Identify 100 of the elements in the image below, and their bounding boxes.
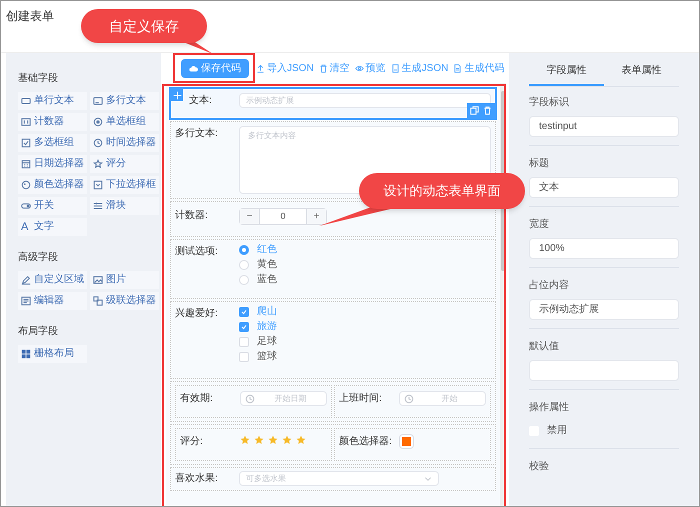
option-label: 蓝色 [257, 275, 277, 285]
option-label: 篮球 [257, 352, 277, 362]
property-label: 操作属性 [529, 400, 569, 415]
palette-item[interactable]: 单选框组 [90, 113, 159, 131]
field-label: 测试选项: [175, 244, 219, 259]
property-label: 标题 [529, 156, 549, 171]
section-heading: 基础字段 [18, 72, 58, 86]
field-label: 喜欢水果: [175, 472, 219, 486]
textbox-icon [21, 96, 31, 106]
palette-item[interactable]: 多行文本 [90, 92, 159, 110]
palette-item[interactable]: 多选框组 [18, 134, 87, 152]
copy-icon[interactable] [470, 106, 479, 115]
dropdown-icon [93, 180, 103, 190]
palette-icon [21, 180, 31, 190]
move-icon [172, 90, 182, 100]
palette-item[interactable]: 时间选择器 [90, 134, 159, 152]
property-field[interactable]: 100% [529, 238, 679, 259]
toggle-icon [21, 201, 31, 211]
field-label: 评分: [180, 435, 204, 449]
panel-tab[interactable]: 表单属性 [604, 60, 679, 86]
option-label: 红色 [257, 245, 277, 255]
section-heading: 高级字段 [18, 250, 58, 265]
form-item[interactable]: 喜欢水果: 可多选水果 [170, 467, 496, 491]
option-label: 足球 [257, 337, 277, 347]
textbox-icon [93, 96, 103, 106]
field-label: 多行文本: [175, 126, 219, 141]
pen-icon [21, 275, 31, 285]
window-title: 创建表单 [5, 8, 54, 25]
drag-handle[interactable] [171, 89, 183, 101]
trash-icon[interactable] [483, 106, 492, 115]
toolbar-link[interactable]: 生成JSON [390, 60, 448, 76]
property-field[interactable]: testinput [529, 116, 679, 137]
radio-icon [93, 117, 103, 127]
star-icon[interactable] [282, 435, 292, 445]
toolbar-link[interactable]: 预览 [354, 60, 386, 76]
letter-icon: A [21, 222, 31, 232]
field-label: 计数器: [175, 208, 209, 223]
form-item[interactable]: 评分: 颜色选择器: [170, 424, 496, 465]
property-label: 默认值 [529, 340, 559, 354]
clock-icon [404, 394, 414, 404]
property-field[interactable] [529, 360, 679, 381]
toolbar-link[interactable]: 生成代码 [453, 60, 504, 76]
save-button[interactable]: 保存代码 [181, 58, 249, 78]
palette-item[interactable]: 开关 [18, 197, 87, 215]
clock-icon [93, 138, 103, 148]
cloud-icon [189, 64, 198, 72]
star-icon[interactable] [254, 435, 264, 445]
field-label: 上班时间: [339, 392, 383, 406]
star-icon[interactable] [268, 435, 278, 445]
document-icon [453, 64, 462, 72]
form-item[interactable]: 兴趣爱好: 爬山 旅游 足球 篮球 [170, 301, 496, 379]
image-icon [93, 275, 103, 285]
palette-item[interactable]: 图片 [90, 271, 159, 289]
field-label: 颜色选择器: [339, 434, 393, 449]
palette-item[interactable]: A 文字 [18, 218, 87, 236]
eye-icon [354, 64, 364, 72]
document-icon [390, 64, 400, 72]
section-heading: 布局字段 [18, 324, 58, 339]
field-label: 兴趣爱好: [175, 306, 219, 321]
grid-icon [21, 349, 31, 359]
clock-icon [245, 394, 255, 404]
color-picker[interactable] [399, 434, 414, 449]
chevron-down-icon [424, 474, 432, 482]
cascade-icon [93, 296, 103, 306]
palette-item[interactable]: 下拉选择框 [90, 176, 159, 194]
palette-item[interactable]: 级联选择器 [90, 292, 159, 310]
panel-tab[interactable]: 字段属性 [529, 60, 604, 86]
palette-item[interactable]: 编辑器 [18, 292, 87, 310]
property-field[interactable]: 示例动态扩展 [529, 299, 679, 320]
trash-icon [318, 64, 328, 72]
option-label: 爬山 [257, 307, 277, 317]
form-item[interactable]: 测试选项: 红色 黄色 蓝色 [170, 239, 496, 299]
checkbox[interactable] [239, 322, 249, 332]
palette-item[interactable]: 单行文本 [18, 92, 87, 110]
palette-item[interactable]: 计数器 [18, 113, 87, 131]
property-label: 字段标识 [529, 96, 569, 110]
palette-item[interactable]: 自定义区域 [18, 271, 87, 289]
checkbox-icon [21, 138, 31, 148]
editor-icon [21, 296, 31, 306]
toolbar-link[interactable]: 导入JSON [256, 60, 314, 76]
property-label: 占位内容 [529, 278, 569, 293]
checkbox[interactable] [239, 307, 249, 317]
palette-item[interactable]: 颜色选择器 [18, 176, 87, 194]
palette-item[interactable]: 评分 [90, 155, 159, 173]
radio-button[interactable] [239, 245, 249, 255]
palette-item[interactable]: 滑块 [90, 197, 159, 215]
palette-item[interactable]: 栅格布局 [18, 345, 87, 363]
slider-icon [93, 201, 103, 211]
palette-item[interactable]: 日期选择器 [18, 155, 87, 173]
upload-icon [256, 64, 265, 72]
option-label: 黄色 [257, 260, 277, 270]
calendar-icon [21, 159, 31, 169]
form-item[interactable]: 文本: 示例动态扩展 [170, 88, 496, 119]
toolbar-link[interactable]: 清空 [318, 60, 350, 76]
property-label: 校验 [529, 460, 549, 474]
property-field[interactable]: 文本 [529, 177, 679, 198]
option-label: 禁用 [547, 424, 567, 438]
star-icon[interactable] [240, 435, 250, 445]
star-icon[interactable] [296, 435, 306, 445]
counter-icon [21, 117, 31, 127]
